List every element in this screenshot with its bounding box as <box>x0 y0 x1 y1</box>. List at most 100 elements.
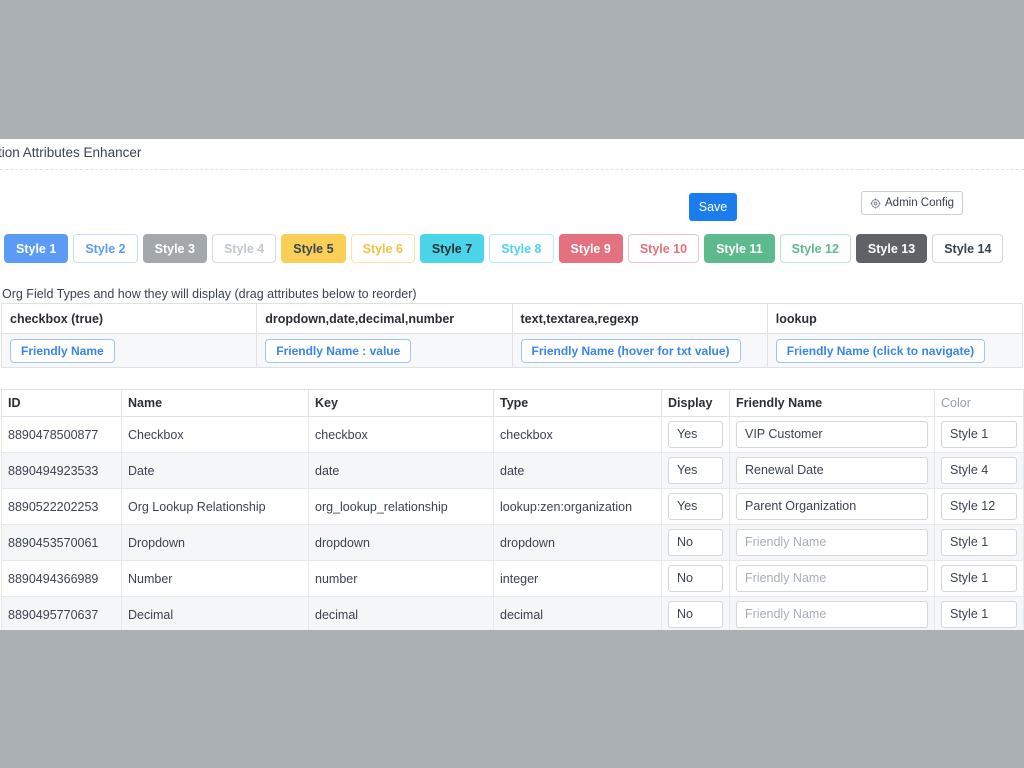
cell-friendly-name: Renewal Date <box>730 453 935 489</box>
cell-friendly-name: VIP Customer <box>730 417 935 453</box>
table-row[interactable]: 8890495770637DecimaldecimaldecimalNoFrie… <box>2 597 1024 631</box>
cell-type: integer <box>494 561 662 597</box>
field-type-legend-table: checkbox (true)dropdown,date,decimal,num… <box>1 303 1023 368</box>
display-select[interactable]: Yes <box>668 457 723 484</box>
cell-key: dropdown <box>309 525 494 561</box>
table-body: 8890478500877CheckboxcheckboxcheckboxYes… <box>2 417 1024 631</box>
style-chip-2[interactable]: Style 2 <box>73 234 137 263</box>
style-chip-8[interactable]: Style 8 <box>489 234 553 263</box>
cell-id: 8890495770637 <box>2 597 122 631</box>
display-select[interactable]: Yes <box>668 421 723 448</box>
gear-icon <box>870 198 881 209</box>
display-select[interactable]: Yes <box>668 493 723 520</box>
backdrop-top <box>0 0 1024 139</box>
table-row[interactable]: 8890478500877CheckboxcheckboxcheckboxYes… <box>2 417 1024 453</box>
cell-display: No <box>662 525 730 561</box>
column-header-key[interactable]: Key <box>309 390 494 417</box>
cell-display: No <box>662 597 730 631</box>
friendly-name-input[interactable]: Renewal Date <box>736 457 928 484</box>
style-chip-10[interactable]: Style 10 <box>628 234 699 263</box>
admin-config-label: Admin Config <box>885 197 954 209</box>
cell-name: Date <box>122 453 309 489</box>
friendly-name-input[interactable]: VIP Customer <box>736 421 928 448</box>
color-style-select[interactable]: Style 1 <box>941 529 1017 556</box>
style-chip-14[interactable]: Style 14 <box>932 234 1003 263</box>
column-header-id[interactable]: ID <box>2 390 122 417</box>
friendly-name-input[interactable]: Friendly Name <box>736 529 928 556</box>
cell-name: Org Lookup Relationship <box>122 489 309 525</box>
cell-name: Dropdown <box>122 525 309 561</box>
color-style-select[interactable]: Style 1 <box>941 565 1017 592</box>
cell-id: 8890478500877 <box>2 417 122 453</box>
color-style-select[interactable]: Style 1 <box>941 421 1017 448</box>
cell-color: Style 1 <box>935 417 1024 453</box>
column-header-display[interactable]: Display <box>662 390 730 417</box>
cell-type: dropdown <box>494 525 662 561</box>
style-chip-11[interactable]: Style 11 <box>704 234 775 263</box>
cell-color: Style 1 <box>935 597 1024 631</box>
style-chip-3[interactable]: Style 3 <box>143 234 207 263</box>
display-select[interactable]: No <box>668 565 723 592</box>
column-header-type[interactable]: Type <box>494 390 662 417</box>
legend-header-cell: text,textarea,regexp <box>512 304 767 334</box>
style-chip-9[interactable]: Style 9 <box>559 234 623 263</box>
cell-display: Yes <box>662 417 730 453</box>
column-header-name[interactable]: Name <box>122 390 309 417</box>
app-viewport: tion Attributes Enhancer Save Admin Conf… <box>0 139 1024 630</box>
cell-color: Style 1 <box>935 561 1024 597</box>
cell-friendly-name: Friendly Name <box>730 597 935 631</box>
legend-header-row: checkbox (true)dropdown,date,decimal,num… <box>2 304 1023 334</box>
friendly-name-input[interactable]: Parent Organization <box>736 493 928 520</box>
table-row[interactable]: 8890522202253Org Lookup Relationshiporg_… <box>2 489 1024 525</box>
cell-type: decimal <box>494 597 662 631</box>
table-row[interactable]: 8890494366989NumbernumberintegerNoFriend… <box>2 561 1024 597</box>
cell-name: Checkbox <box>122 417 309 453</box>
cell-color: Style 12 <box>935 489 1024 525</box>
friendly-name-input[interactable]: Friendly Name <box>736 601 928 628</box>
style-chip-12[interactable]: Style 12 <box>780 234 851 263</box>
cell-type: date <box>494 453 662 489</box>
column-header-friendly-name[interactable]: Friendly Name <box>730 390 935 417</box>
table-header-row: IDNameKeyTypeDisplayFriendly NameColor <box>2 390 1024 417</box>
legend-header-cell: lookup <box>767 304 1022 334</box>
cell-key: checkbox <box>309 417 494 453</box>
style-chip-5[interactable]: Style 5 <box>281 234 345 263</box>
color-style-select[interactable]: Style 4 <box>941 457 1017 484</box>
color-style-select[interactable]: Style 1 <box>941 601 1017 628</box>
cell-id: 8890453570061 <box>2 525 122 561</box>
attributes-table: IDNameKeyTypeDisplayFriendly NameColor 8… <box>1 389 1024 630</box>
table-row[interactable]: 8890494923533DatedatedateYesRenewal Date… <box>2 453 1024 489</box>
cell-type: checkbox <box>494 417 662 453</box>
legend-caption: Org Field Types and how they will displa… <box>2 287 417 301</box>
cell-name: Number <box>122 561 309 597</box>
cell-key: decimal <box>309 597 494 631</box>
style-chip-7[interactable]: Style 7 <box>420 234 484 263</box>
color-style-select[interactable]: Style 12 <box>941 493 1017 520</box>
friendly-name-input[interactable]: Friendly Name <box>736 565 928 592</box>
display-select[interactable]: No <box>668 529 723 556</box>
legend-header-cell: checkbox (true) <box>2 304 257 334</box>
screen: tion Attributes Enhancer Save Admin Conf… <box>0 0 1024 768</box>
title-bar: tion Attributes Enhancer <box>0 139 1024 170</box>
legend-sample-pill: Friendly Name (click to navigate) <box>776 339 985 363</box>
legend-sample-cell: Friendly Name <box>2 334 257 368</box>
legend-sample-cell: Friendly Name (click to navigate) <box>767 334 1022 368</box>
cell-display: No <box>662 561 730 597</box>
style-chip-4[interactable]: Style 4 <box>212 234 276 263</box>
style-chip-13[interactable]: Style 13 <box>856 234 927 263</box>
cell-friendly-name: Friendly Name <box>730 561 935 597</box>
cell-type: lookup:zen:organization <box>494 489 662 525</box>
column-header-color[interactable]: Color <box>935 390 1024 417</box>
legend-sample-cell: Friendly Name (hover for txt value) <box>512 334 767 368</box>
cell-display: Yes <box>662 453 730 489</box>
display-select[interactable]: No <box>668 601 723 628</box>
save-button[interactable]: Save <box>689 193 737 221</box>
admin-config-button[interactable]: Admin Config <box>861 191 963 215</box>
style-chip-6[interactable]: Style 6 <box>351 234 415 263</box>
cell-friendly-name: Parent Organization <box>730 489 935 525</box>
page-title: tion Attributes Enhancer <box>0 145 1024 160</box>
style-chip-1[interactable]: Style 1 <box>4 234 68 263</box>
table-row[interactable]: 8890453570061DropdowndropdowndropdownNoF… <box>2 525 1024 561</box>
cell-key: number <box>309 561 494 597</box>
legend-sample-pill: Friendly Name (hover for txt value) <box>521 339 741 363</box>
